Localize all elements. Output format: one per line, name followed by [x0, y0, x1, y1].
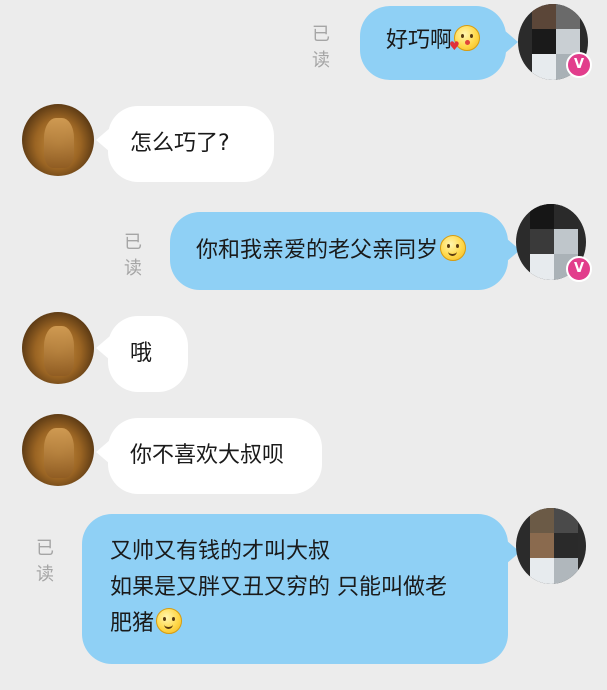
- message-text-line: 肥猪: [110, 611, 155, 636]
- chat-conversation: 已读 好巧啊 ♥ V 怎么巧了? 已读 你和我亲爱的老父亲同岁 V 哦 你不喜欢…: [0, 0, 607, 690]
- message-text-line: 如果是又胖又丑又穷的 只能叫做老: [110, 575, 447, 600]
- message-bubble[interactable]: 哦: [108, 316, 188, 392]
- message-bubble[interactable]: 你和我亲爱的老父亲同岁: [170, 212, 508, 290]
- avatar[interactable]: [22, 414, 94, 486]
- message-text: 你不喜欢大叔呗: [130, 443, 285, 468]
- avatar-image: [44, 118, 74, 168]
- avatar[interactable]: [22, 312, 94, 384]
- avatar-image: [44, 428, 74, 478]
- message-text: 怎么巧了?: [130, 131, 230, 156]
- avatar-image: [44, 326, 74, 376]
- message-text: 哦: [130, 341, 153, 366]
- pixelated-avatar-image: [530, 508, 578, 584]
- bubble-tail: [504, 30, 518, 54]
- message-text-line: 又帅又有钱的才叫大叔: [110, 539, 331, 564]
- message-bubble[interactable]: 好巧啊 ♥: [360, 6, 506, 80]
- read-receipt: 已读: [124, 232, 142, 279]
- kissing-face-emoji-icon: ♥: [449, 25, 481, 52]
- avatar[interactable]: [22, 104, 94, 176]
- vip-badge: V: [566, 52, 592, 78]
- message-text: 你和我亲爱的老父亲同岁: [196, 238, 439, 263]
- message-text: 好巧啊: [386, 28, 453, 53]
- vip-badge: V: [566, 256, 592, 282]
- smiling-face-emoji-icon: [440, 235, 467, 261]
- read-receipt: 已读: [312, 24, 330, 71]
- avatar[interactable]: [516, 508, 586, 584]
- read-receipt: 已读: [36, 538, 54, 585]
- smiling-face-emoji-icon: [156, 608, 183, 634]
- message-bubble[interactable]: 又帅又有钱的才叫大叔 如果是又胖又丑又穷的 只能叫做老 肥猪: [82, 514, 508, 664]
- message-bubble[interactable]: 你不喜欢大叔呗: [108, 418, 322, 494]
- message-bubble[interactable]: 怎么巧了?: [108, 106, 274, 182]
